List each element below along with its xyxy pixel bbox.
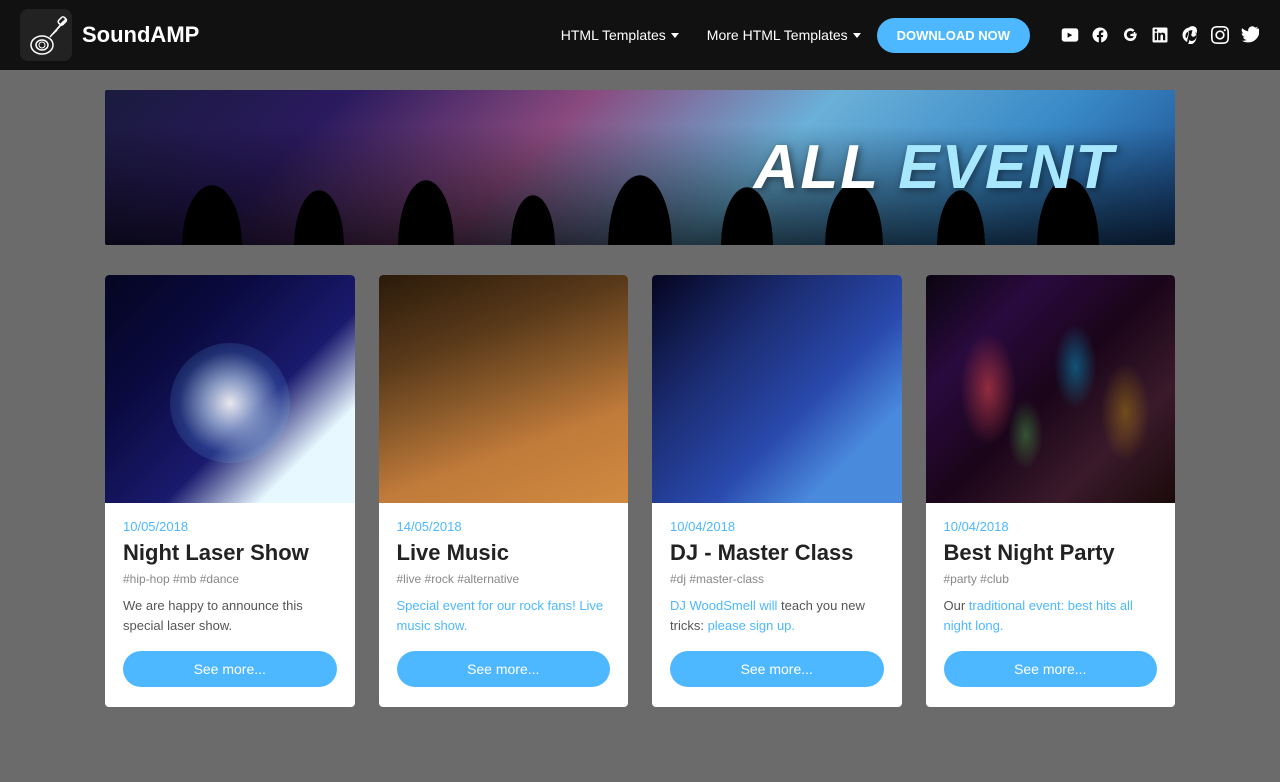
download-button[interactable]: DOWNLOAD NOW xyxy=(877,18,1030,53)
card-desc-1: We are happy to announce this special la… xyxy=(123,596,337,635)
card-tags-1: #hip-hop #mb #dance xyxy=(123,572,337,586)
card-image-4 xyxy=(926,275,1176,503)
card-title-3: DJ - Master Class xyxy=(670,540,884,566)
social-icons xyxy=(1060,25,1260,45)
card-title-1: Night Laser Show xyxy=(123,540,337,566)
card-title-4: Best Night Party xyxy=(944,540,1158,566)
hero-background: ALL EVENT xyxy=(105,90,1175,245)
card-image-3 xyxy=(652,275,902,503)
logo-link[interactable]: SoundAMP xyxy=(20,9,199,61)
nav-links: HTML Templates More HTML Templates DOWNL… xyxy=(549,18,1030,53)
card-desc-link-2[interactable]: Special event for our rock fans! Live mu… xyxy=(397,598,604,633)
card-tags-4: #party #club xyxy=(944,572,1158,586)
dropdown-caret-icon-2 xyxy=(853,33,861,38)
hero-banner: ALL EVENT xyxy=(105,90,1175,245)
card-date-2: 14/05/2018 xyxy=(397,519,611,534)
card-body-2: 14/05/2018 Live Music #live #rock #alter… xyxy=(379,503,629,707)
more-templates-link[interactable]: More HTML Templates xyxy=(695,19,873,51)
card-desc-link-3b[interactable]: please sign up. xyxy=(708,618,795,633)
card-body-1: 10/05/2018 Night Laser Show #hip-hop #mb… xyxy=(105,503,355,707)
card-desc-link-3a[interactable]: DJ WoodSmell will xyxy=(670,598,777,613)
navbar: SoundAMP HTML Templates More HTML Templa… xyxy=(0,0,1280,70)
card-body-3: 10/04/2018 DJ - Master Class #dj #master… xyxy=(652,503,902,707)
card-btn-3[interactable]: See more... xyxy=(670,651,884,687)
event-card-4: 10/04/2018 Best Night Party #party #club… xyxy=(926,275,1176,707)
card-btn-4[interactable]: See more... xyxy=(944,651,1158,687)
event-card-3: 10/04/2018 DJ - Master Class #dj #master… xyxy=(652,275,902,707)
card-image-2 xyxy=(379,275,629,503)
pinterest-icon[interactable] xyxy=(1180,25,1200,45)
instagram-icon[interactable] xyxy=(1210,25,1230,45)
event-cards: 10/05/2018 Night Laser Show #hip-hop #mb… xyxy=(105,275,1175,707)
card-btn-2[interactable]: See more... xyxy=(397,651,611,687)
card-image-1 xyxy=(105,275,355,503)
event-card-1: 10/05/2018 Night Laser Show #hip-hop #mb… xyxy=(105,275,355,707)
card-tags-3: #dj #master-class xyxy=(670,572,884,586)
facebook-icon[interactable] xyxy=(1090,25,1110,45)
twitter-icon[interactable] xyxy=(1240,25,1260,45)
card-desc-link-4[interactable]: traditional event: best hits all night l… xyxy=(944,598,1133,633)
card-btn-1[interactable]: See more... xyxy=(123,651,337,687)
linkedin-icon[interactable] xyxy=(1150,25,1170,45)
card-tags-2: #live #rock #alternative xyxy=(397,572,611,586)
card-body-4: 10/04/2018 Best Night Party #party #club… xyxy=(926,503,1176,707)
logo-text: SoundAMP xyxy=(82,22,199,48)
card-title-2: Live Music xyxy=(397,540,611,566)
hero-title: ALL EVENT xyxy=(754,132,1115,203)
googleplus-icon[interactable] xyxy=(1120,25,1140,45)
dropdown-caret-icon xyxy=(671,33,679,38)
youtube-icon[interactable] xyxy=(1060,25,1080,45)
event-card-2: 14/05/2018 Live Music #live #rock #alter… xyxy=(379,275,629,707)
card-desc-4: Our traditional event: best hits all nig… xyxy=(944,596,1158,635)
card-date-1: 10/05/2018 xyxy=(123,519,337,534)
card-date-3: 10/04/2018 xyxy=(670,519,884,534)
card-desc-3: DJ WoodSmell will teach you new tricks: … xyxy=(670,596,884,635)
card-date-4: 10/04/2018 xyxy=(944,519,1158,534)
card-desc-2: Special event for our rock fans! Live mu… xyxy=(397,596,611,635)
guitar-icon xyxy=(20,9,72,61)
html-templates-link[interactable]: HTML Templates xyxy=(549,19,691,51)
